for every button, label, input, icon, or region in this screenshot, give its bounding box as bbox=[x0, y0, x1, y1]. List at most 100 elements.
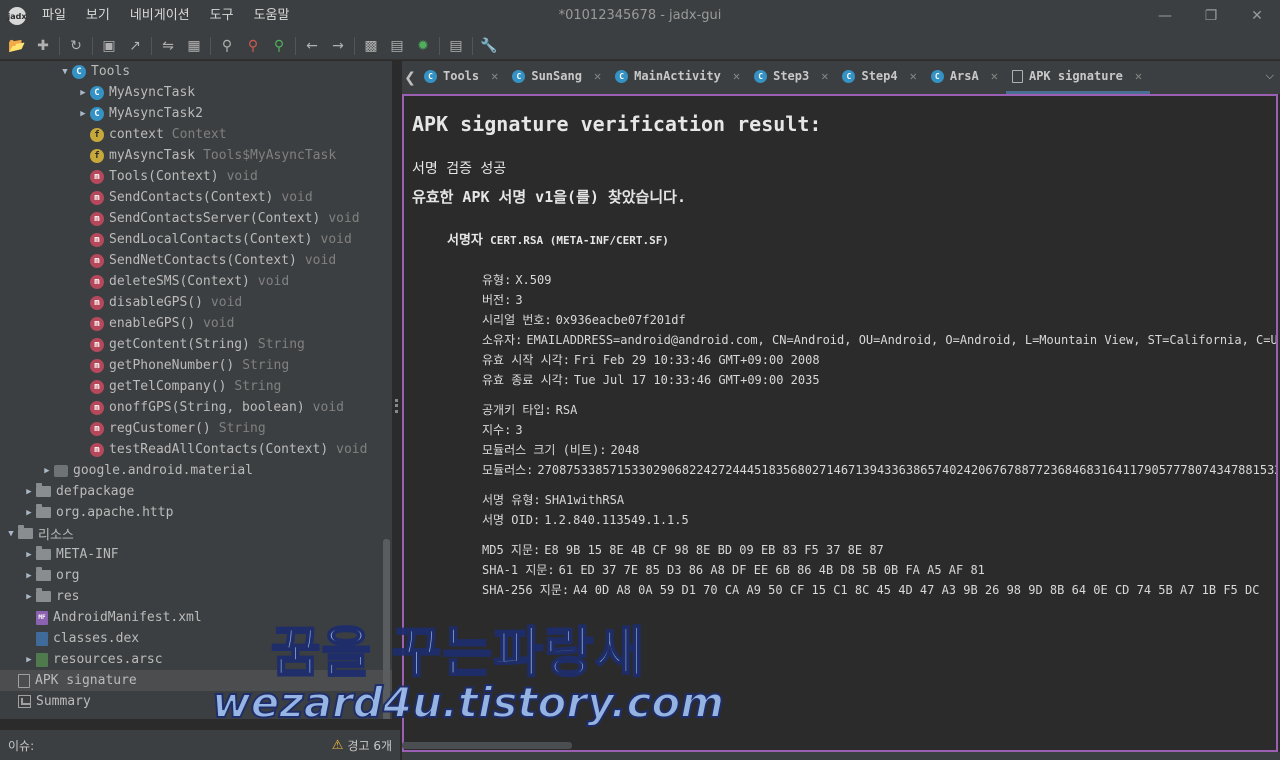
back-icon[interactable]: ← bbox=[301, 35, 323, 57]
preferences-icon[interactable]: ▤ bbox=[445, 35, 467, 57]
tree-node[interactable]: m SendNetContacts(Context) void bbox=[0, 250, 392, 271]
menu-file[interactable]: 파일 bbox=[32, 0, 76, 32]
certificate-field: 서명 유형: SHA1withRSA bbox=[482, 490, 1276, 510]
tree-node[interactable]: m getTelCompany() String bbox=[0, 376, 392, 397]
tree-node[interactable]: m disableGPS() void bbox=[0, 292, 392, 313]
tab-label: MainActivity bbox=[634, 69, 721, 83]
open-file-icon[interactable]: 📂 bbox=[6, 35, 28, 57]
tree-node[interactable]: ▼ 리소스 bbox=[0, 523, 392, 544]
tree-node[interactable]: ▶ org.apache.http bbox=[0, 502, 392, 523]
tree-node[interactable]: m getContent(String) String bbox=[0, 334, 392, 355]
tab-tools[interactable]: C Tools ✕ bbox=[418, 61, 506, 94]
collapsed-arrow-icon[interactable]: ▶ bbox=[22, 487, 36, 497]
toolbar-separator bbox=[92, 36, 93, 55]
save-all-icon[interactable]: ▣ bbox=[98, 35, 120, 57]
collapsed-arrow-icon[interactable]: ▶ bbox=[22, 592, 36, 602]
sync-editor-icon[interactable]: ⇋ bbox=[157, 35, 179, 57]
tree-node[interactable]: ▼ C Tools bbox=[0, 61, 392, 82]
minimize-icon[interactable]: — bbox=[1142, 0, 1188, 32]
tree-node[interactable]: ▶ google.android.material bbox=[0, 460, 392, 481]
class-icon: C bbox=[512, 69, 526, 83]
tab-sunsang[interactable]: C SunSang ✕ bbox=[506, 61, 609, 94]
tree-node[interactable]: m SendLocalContacts(Context) void bbox=[0, 229, 392, 250]
tree-node[interactable]: ▶ C MyAsyncTask bbox=[0, 82, 392, 103]
tabs-scroll-left-icon[interactable]: ❮ bbox=[402, 61, 418, 94]
close-tab-icon[interactable]: ✕ bbox=[1135, 69, 1142, 83]
warnings-indicator[interactable]: ⚠ 경고 6개 bbox=[332, 737, 392, 754]
tree-node-label: SendNetContacts(Context) bbox=[109, 253, 297, 268]
tree-node[interactable]: m onoffGPS(String, boolean) void bbox=[0, 397, 392, 418]
search-text-icon[interactable]: ⚲ bbox=[216, 35, 238, 57]
tree-node[interactable]: f myAsyncTask Tools$MyAsyncTask bbox=[0, 145, 392, 166]
tree-node[interactable]: ▶ META-INF bbox=[0, 544, 392, 565]
toolbar: 📂 ✚ ↻ ▣ ↗ ⇋ ▦ ⚲ ⚲ ⚲ ← → ▩ ▤ ✹ ▤ 🔧 bbox=[0, 32, 1280, 60]
tree-node[interactable]: m Tools(Context) void bbox=[0, 166, 392, 187]
tree-node[interactable]: m testReadAllContacts(Context) void bbox=[0, 439, 392, 460]
collapsed-arrow-icon[interactable]: ▶ bbox=[76, 109, 90, 119]
close-tab-icon[interactable]: ✕ bbox=[821, 69, 828, 83]
chevron-down-icon[interactable]: ⌵ bbox=[1266, 69, 1274, 83]
forward-icon[interactable]: → bbox=[327, 35, 349, 57]
package-icon bbox=[54, 464, 68, 477]
tree-node-type: void bbox=[281, 190, 313, 205]
tree-node[interactable]: ▶ org bbox=[0, 565, 392, 586]
tab-step4[interactable]: C Step4 ✕ bbox=[836, 61, 924, 94]
maximize-icon[interactable]: ❐ bbox=[1188, 0, 1234, 32]
expanded-arrow-icon[interactable]: ▼ bbox=[4, 529, 18, 539]
close-icon[interactable]: ✕ bbox=[1234, 0, 1280, 32]
tree-node[interactable]: m getPhoneNumber() String bbox=[0, 355, 392, 376]
tree-node[interactable]: m regCustomer() String bbox=[0, 418, 392, 439]
tab-apk-signature[interactable]: APK signature ✕ bbox=[1005, 61, 1151, 94]
tree-node[interactable]: ▶ res bbox=[0, 586, 392, 607]
collapsed-arrow-icon[interactable]: ▶ bbox=[22, 550, 36, 560]
menu-bar: 파일 보기 네비게이션 도구 도움말 bbox=[32, 0, 299, 32]
collapsed-arrow-icon[interactable]: ▶ bbox=[22, 508, 36, 518]
menu-help[interactable]: 도움말 bbox=[244, 0, 300, 32]
flatten-packages-icon[interactable]: ▦ bbox=[183, 35, 205, 57]
tab-mainactivity[interactable]: C MainActivity ✕ bbox=[609, 61, 748, 94]
signer-heading: 서명자 CERT.RSA (META-INF/CERT.SF) bbox=[412, 229, 1276, 248]
tree-node-type: void bbox=[203, 316, 235, 331]
deobfuscation-icon[interactable]: ▩ bbox=[360, 35, 382, 57]
debugger-icon[interactable]: ✹ bbox=[412, 35, 434, 57]
collapsed-arrow-icon[interactable]: ▶ bbox=[76, 88, 90, 98]
close-tab-icon[interactable]: ✕ bbox=[733, 69, 740, 83]
method-icon: m bbox=[90, 379, 104, 394]
tree-node[interactable]: m SendContacts(Context) void bbox=[0, 187, 392, 208]
menu-tools[interactable]: 도구 bbox=[200, 0, 244, 32]
tree-node-type: void bbox=[226, 169, 258, 184]
tab-step3[interactable]: C Step3 ✕ bbox=[748, 61, 836, 94]
tree-node[interactable]: m enableGPS() void bbox=[0, 313, 392, 334]
tree-node[interactable]: ▶ C MyAsyncTask2 bbox=[0, 103, 392, 124]
close-tab-icon[interactable]: ✕ bbox=[910, 69, 917, 83]
tree-node[interactable]: m deleteSMS(Context) void bbox=[0, 271, 392, 292]
field-value: 2048 bbox=[610, 443, 640, 457]
class-icon: C bbox=[930, 69, 944, 83]
tab-arsa[interactable]: C ArsA ✕ bbox=[925, 61, 1006, 94]
signature-document: APK signature verification result: 서명 검증… bbox=[404, 96, 1276, 600]
close-tab-icon[interactable]: ✕ bbox=[491, 69, 498, 83]
log-viewer-icon[interactable]: ▤ bbox=[386, 35, 408, 57]
field-label: 모듈러스 크기 (비트): bbox=[482, 443, 607, 457]
settings-wrench-icon[interactable]: 🔧 bbox=[478, 35, 500, 57]
watermark-url: wezard4u.tistory.com bbox=[211, 677, 725, 728]
content-horizontal-scrollbar[interactable] bbox=[402, 742, 572, 749]
export-gradle-icon[interactable]: ↗ bbox=[124, 35, 146, 57]
close-tab-icon[interactable]: ✕ bbox=[991, 69, 998, 83]
menu-navigation[interactable]: 네비게이션 bbox=[120, 0, 200, 32]
close-tab-icon[interactable]: ✕ bbox=[594, 69, 601, 83]
tree-node[interactable]: m SendContactsServer(Context) void bbox=[0, 208, 392, 229]
tab-label: Tools bbox=[443, 69, 480, 83]
collapsed-arrow-icon[interactable]: ▶ bbox=[22, 655, 36, 665]
splitter-handle-icon[interactable] bbox=[395, 399, 398, 413]
search-class-icon[interactable]: ⚲ bbox=[242, 35, 264, 57]
collapsed-arrow-icon[interactable]: ▶ bbox=[22, 571, 36, 581]
collapsed-arrow-icon[interactable]: ▶ bbox=[40, 466, 54, 476]
tree-node[interactable]: f context Context bbox=[0, 124, 392, 145]
reload-icon[interactable]: ↻ bbox=[65, 35, 87, 57]
find-usage-icon[interactable]: ⚲ bbox=[268, 35, 290, 57]
expanded-arrow-icon[interactable]: ▼ bbox=[58, 67, 72, 77]
menu-view[interactable]: 보기 bbox=[76, 0, 120, 32]
add-files-icon[interactable]: ✚ bbox=[32, 35, 54, 57]
tree-node[interactable]: ▶ defpackage bbox=[0, 481, 392, 502]
